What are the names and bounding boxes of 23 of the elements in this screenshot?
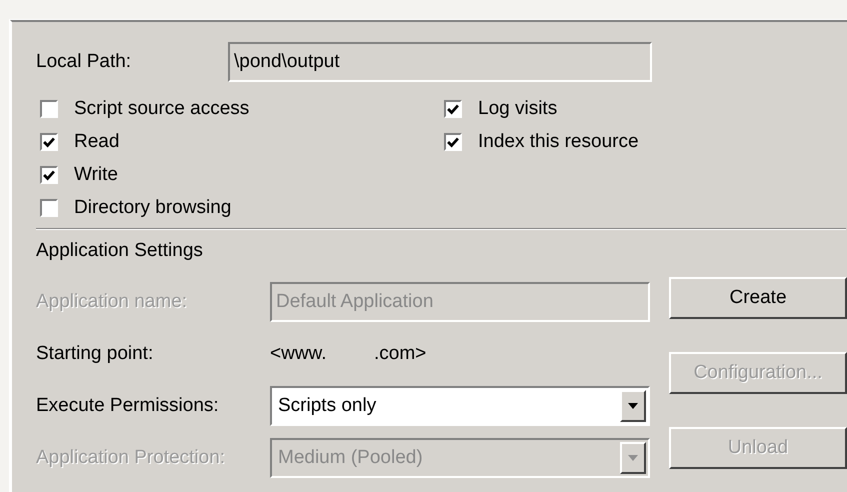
checkbox-label: Index this resource bbox=[478, 130, 639, 152]
field-label: Starting point: bbox=[36, 343, 154, 365]
caret-icon bbox=[627, 402, 639, 410]
field-label: Application name: bbox=[36, 291, 188, 313]
checkbox-label: Directory browsing bbox=[74, 196, 232, 218]
checkbox[interactable] bbox=[444, 100, 462, 118]
field-label: Application Protection: bbox=[36, 447, 226, 469]
checkbox[interactable] bbox=[444, 132, 462, 150]
checkbox[interactable] bbox=[40, 132, 58, 150]
button[interactable]: Create bbox=[669, 277, 847, 319]
value-text: <www. .com> bbox=[270, 343, 426, 365]
field-label: Execute Permissions: bbox=[36, 395, 220, 417]
checkbox[interactable] bbox=[40, 100, 58, 118]
checkbox[interactable] bbox=[40, 198, 58, 216]
checkbox-label: Write bbox=[74, 164, 118, 186]
checkbox-label: Script source access bbox=[74, 98, 250, 120]
checkbox[interactable] bbox=[40, 166, 58, 184]
field-label: Local Path: bbox=[36, 51, 132, 73]
section-heading: Application Settings bbox=[36, 240, 204, 263]
checkbox-label: Read bbox=[74, 130, 120, 152]
caret-icon bbox=[627, 454, 639, 462]
dropdown[interactable]: Scripts only bbox=[270, 386, 650, 426]
checkbox-label: Log visits bbox=[478, 98, 558, 120]
